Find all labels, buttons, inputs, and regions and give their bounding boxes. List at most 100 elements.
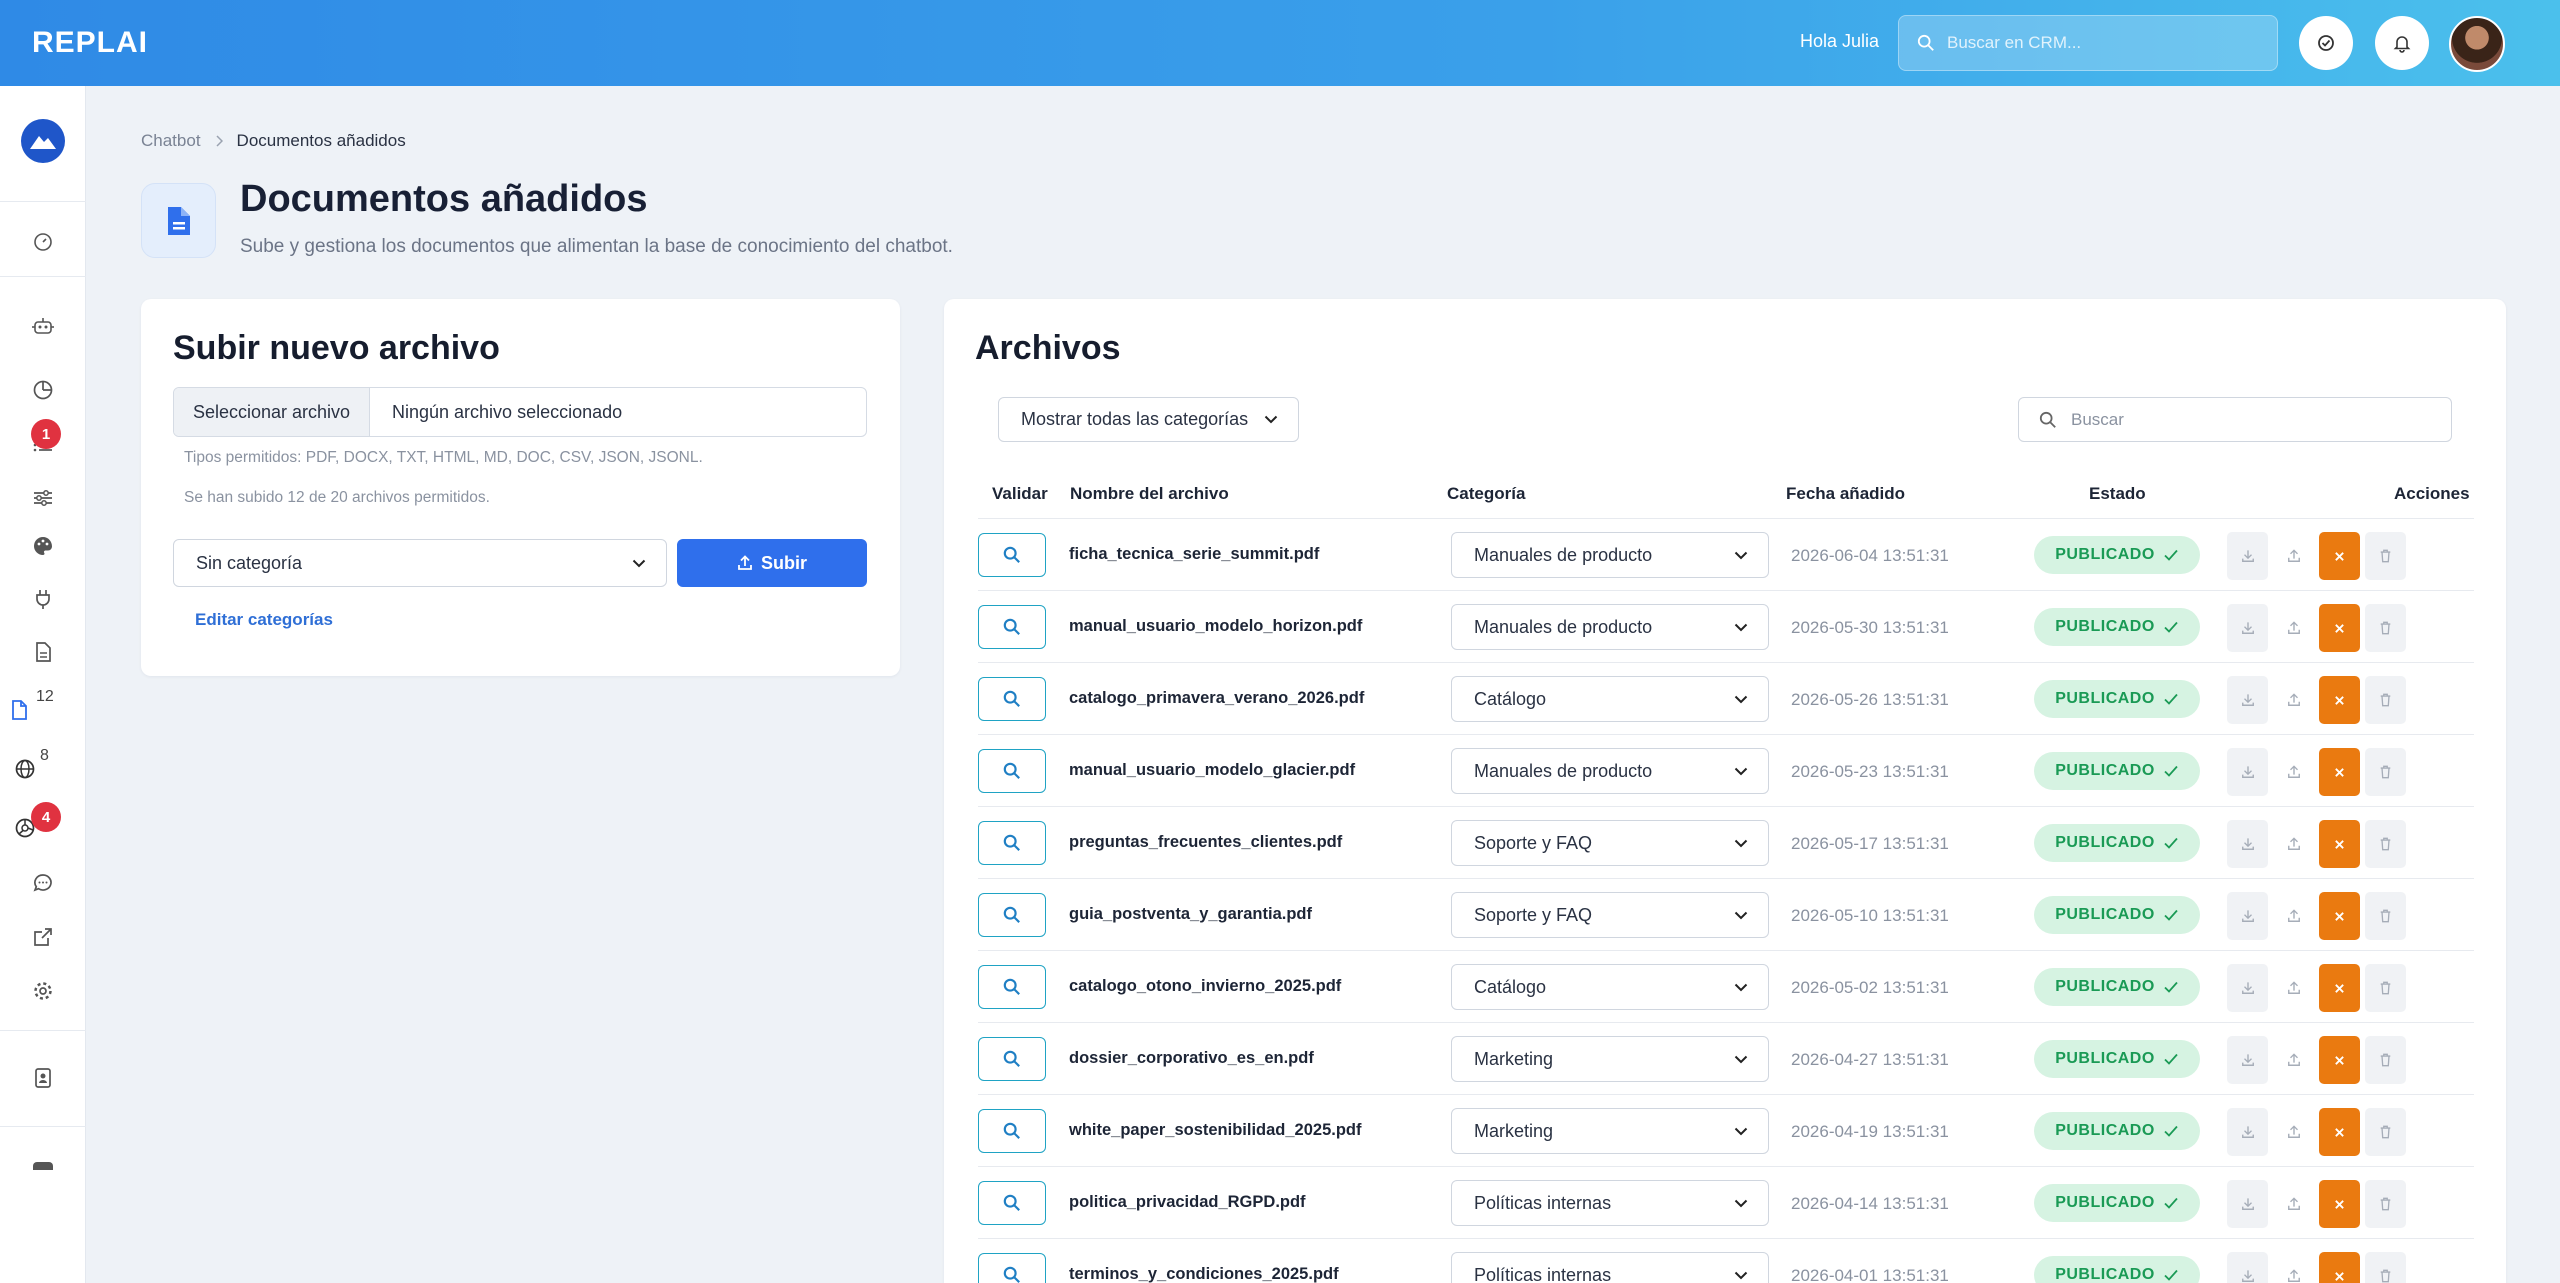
sidebar-item-gamepad[interactable]: [0, 1146, 86, 1186]
delete-button[interactable]: [2365, 748, 2406, 796]
delete-button[interactable]: [2365, 532, 2406, 580]
validate-button[interactable]: [978, 1253, 1046, 1283]
file-name[interactable]: catalogo_otono_invierno_2025.pdf: [1069, 977, 1341, 996]
delete-button[interactable]: [2365, 820, 2406, 868]
publish-button[interactable]: [2273, 532, 2314, 580]
sidebar-item-chatbot[interactable]: [0, 306, 86, 346]
row-category-select[interactable]: Manuales de producto: [1451, 748, 1769, 794]
publish-button[interactable]: [2273, 964, 2314, 1012]
download-button[interactable]: [2227, 1180, 2268, 1228]
delete-button[interactable]: [2365, 964, 2406, 1012]
unpublish-button[interactable]: [2319, 1108, 2360, 1156]
download-button[interactable]: [2227, 964, 2268, 1012]
sidebar-item-reports[interactable]: [0, 632, 86, 672]
publish-button[interactable]: [2273, 1108, 2314, 1156]
sidebar-item-contacts[interactable]: [0, 1058, 86, 1098]
download-button[interactable]: [2227, 1108, 2268, 1156]
upload-button[interactable]: Subir: [677, 539, 867, 587]
download-button[interactable]: [2227, 1252, 2268, 1283]
sidebar-item-settings-sliders[interactable]: [0, 478, 86, 518]
sidebar-item-dashboard[interactable]: [0, 222, 86, 262]
app-logo[interactable]: REPLAI: [32, 26, 148, 60]
publish-button[interactable]: [2273, 748, 2314, 796]
file-name[interactable]: guia_postventa_y_garantia.pdf: [1069, 905, 1312, 924]
row-category-select[interactable]: Políticas internas: [1451, 1252, 1769, 1283]
company-logo[interactable]: [21, 119, 65, 163]
col-category[interactable]: Categoría: [1447, 484, 1525, 504]
col-status[interactable]: Estado: [2089, 484, 2146, 504]
sidebar-item-external[interactable]: [0, 917, 86, 957]
breadcrumb-parent[interactable]: Chatbot: [141, 131, 201, 151]
row-category-select[interactable]: Soporte y FAQ: [1451, 892, 1769, 938]
validate-button[interactable]: [978, 821, 1046, 865]
download-button[interactable]: [2227, 532, 2268, 580]
validate-button[interactable]: [978, 1109, 1046, 1153]
row-category-select[interactable]: Catálogo: [1451, 676, 1769, 722]
publish-button[interactable]: [2273, 604, 2314, 652]
col-name[interactable]: Nombre del archivo: [1070, 484, 1229, 504]
file-name[interactable]: politica_privacidad_RGPD.pdf: [1069, 1193, 1306, 1212]
download-button[interactable]: [2227, 748, 2268, 796]
row-category-select[interactable]: Manuales de producto: [1451, 604, 1769, 650]
unpublish-button[interactable]: [2319, 748, 2360, 796]
file-name[interactable]: white_paper_sostenibilidad_2025.pdf: [1069, 1121, 1362, 1140]
sidebar-item-integrations-plug[interactable]: [0, 579, 86, 619]
delete-button[interactable]: [2365, 1036, 2406, 1084]
files-search[interactable]: [2018, 397, 2452, 442]
row-category-select[interactable]: Manuales de producto: [1451, 532, 1769, 578]
file-name[interactable]: preguntas_frecuentes_clientes.pdf: [1069, 833, 1342, 852]
download-button[interactable]: [2227, 604, 2268, 652]
category-select[interactable]: Sin categoría: [173, 539, 667, 587]
publish-button[interactable]: [2273, 1252, 2314, 1283]
sidebar-item-appearance[interactable]: [0, 526, 86, 566]
delete-button[interactable]: [2365, 892, 2406, 940]
unpublish-button[interactable]: [2319, 892, 2360, 940]
unpublish-button[interactable]: [2319, 964, 2360, 1012]
unpublish-button[interactable]: [2319, 604, 2360, 652]
category-filter[interactable]: Mostrar todas las categorías: [998, 397, 1299, 442]
files-search-input[interactable]: [2071, 409, 2431, 430]
file-picker[interactable]: Seleccionar archivo Ningún archivo selec…: [173, 387, 867, 437]
download-button[interactable]: [2227, 820, 2268, 868]
publish-button[interactable]: [2273, 892, 2314, 940]
delete-button[interactable]: [2365, 1252, 2406, 1283]
tasks-button[interactable]: [2299, 16, 2353, 70]
sidebar-item-settings[interactable]: [0, 971, 86, 1011]
sidebar-item-analytics[interactable]: [0, 370, 86, 410]
file-name[interactable]: manual_usuario_modelo_horizon.pdf: [1069, 617, 1362, 636]
validate-button[interactable]: [978, 605, 1046, 649]
global-search[interactable]: [1898, 15, 2278, 71]
delete-button[interactable]: [2365, 604, 2406, 652]
row-category-select[interactable]: Soporte y FAQ: [1451, 820, 1769, 866]
delete-button[interactable]: [2365, 1180, 2406, 1228]
validate-button[interactable]: [978, 677, 1046, 721]
unpublish-button[interactable]: [2319, 532, 2360, 580]
validate-button[interactable]: [978, 749, 1046, 793]
download-button[interactable]: [2227, 1036, 2268, 1084]
select-file-button[interactable]: Seleccionar archivo: [174, 388, 370, 436]
row-category-select[interactable]: Políticas internas: [1451, 1180, 1769, 1226]
validate-button[interactable]: [978, 1181, 1046, 1225]
publish-button[interactable]: [2273, 1036, 2314, 1084]
unpublish-button[interactable]: [2319, 1252, 2360, 1283]
delete-button[interactable]: [2365, 676, 2406, 724]
file-name[interactable]: ficha_tecnica_serie_summit.pdf: [1069, 545, 1319, 564]
publish-button[interactable]: [2273, 820, 2314, 868]
edit-categories-link[interactable]: Editar categorías: [195, 610, 333, 630]
download-button[interactable]: [2227, 676, 2268, 724]
notifications-button[interactable]: [2375, 16, 2429, 70]
user-avatar[interactable]: [2449, 16, 2505, 72]
file-name[interactable]: manual_usuario_modelo_glacier.pdf: [1069, 761, 1355, 780]
validate-button[interactable]: [978, 965, 1046, 1009]
publish-button[interactable]: [2273, 676, 2314, 724]
file-name[interactable]: dossier_corporativo_es_en.pdf: [1069, 1049, 1314, 1068]
unpublish-button[interactable]: [2319, 820, 2360, 868]
col-date[interactable]: Fecha añadido: [1786, 484, 1905, 504]
sidebar-item-messages[interactable]: [0, 863, 86, 903]
file-name[interactable]: catalogo_primavera_verano_2026.pdf: [1069, 689, 1364, 708]
publish-button[interactable]: [2273, 1180, 2314, 1228]
unpublish-button[interactable]: [2319, 1180, 2360, 1228]
row-category-select[interactable]: Catálogo: [1451, 964, 1769, 1010]
global-search-input[interactable]: [1947, 33, 2247, 53]
delete-button[interactable]: [2365, 1108, 2406, 1156]
